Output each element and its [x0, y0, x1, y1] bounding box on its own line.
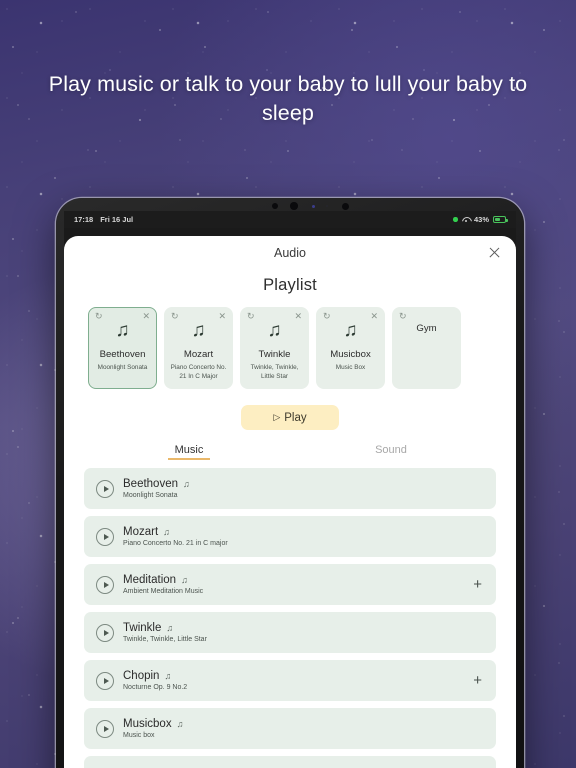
- track-title: Chopin: [123, 670, 160, 682]
- audio-tabs: Music Sound: [64, 444, 516, 460]
- music-note-icon: ♫: [267, 320, 282, 341]
- playlist-carousel[interactable]: ↻ ✕ ♫ Beethoven Moonlight Sonata ↻ ✕ ♫ M…: [64, 295, 516, 389]
- track-row[interactable]: Chopin ♫ Nocturne Op. 9 No.2 +: [84, 660, 496, 701]
- add-track-button[interactable]: +: [471, 673, 484, 688]
- modal-title: Audio: [274, 246, 306, 260]
- loop-icon[interactable]: ↻: [399, 312, 407, 321]
- remove-icon[interactable]: ✕: [218, 312, 226, 321]
- promo-headline: Play music or talk to your baby to lull …: [48, 72, 528, 125]
- tablet-device: 17:18 Fri 16 Jul 43% Audio Playlist ↻ ✕ …: [56, 198, 524, 768]
- loop-icon[interactable]: ↻: [323, 312, 331, 321]
- playlist-card[interactable]: ↻ ✕ ♫ Mozart Piano Concerto No. 21 In C …: [164, 307, 233, 389]
- battery-icon: [493, 216, 508, 223]
- playlist-card[interactable]: ↻ ✕ ♫ Beethoven Moonlight Sonata: [88, 307, 157, 389]
- track-row[interactable]: Meditation ♫ Ambient Meditation Music +: [84, 564, 496, 605]
- track-row-partial[interactable]: [84, 756, 496, 768]
- music-note-icon: ♫: [166, 623, 174, 633]
- modal-header: Audio: [64, 236, 516, 270]
- music-note-icon: ♫: [191, 320, 206, 341]
- device-screen: 17:18 Fri 16 Jul 43% Audio Playlist ↻ ✕ …: [64, 211, 516, 768]
- remove-icon[interactable]: ✕: [142, 312, 150, 321]
- track-title: Meditation: [123, 574, 177, 586]
- front-camera-icon: [290, 202, 298, 210]
- music-note-icon: ♫: [115, 320, 130, 341]
- status-date: Fri 16 Jul: [100, 215, 134, 224]
- track-subtitle: Nocturne Op. 9 No.2: [123, 684, 188, 691]
- playlist-card-subtitle: Moonlight Sonata: [97, 364, 148, 371]
- track-title: Twinkle: [123, 622, 162, 634]
- promo-screenshot: Play music or talk to your baby to lull …: [0, 0, 576, 768]
- playlist-card-title: Musicbox: [330, 349, 371, 360]
- tab-music[interactable]: Music: [88, 444, 290, 460]
- music-note-icon: ♫: [163, 527, 170, 537]
- track-subtitle: Music box: [123, 732, 155, 739]
- track-title: Mozart: [123, 526, 159, 538]
- tab-sound[interactable]: Sound: [290, 444, 492, 460]
- track-title: Musicbox: [123, 718, 172, 730]
- playlist-card-subtitle: Music Box: [335, 364, 366, 371]
- status-bar: 17:18 Fri 16 Jul 43%: [64, 211, 516, 228]
- indicator-light-icon: [311, 204, 315, 208]
- loop-icon[interactable]: ↻: [95, 312, 103, 321]
- music-note-icon: ♫: [343, 320, 358, 341]
- track-row[interactable]: Musicbox ♫ Music box: [84, 708, 496, 749]
- play-triangle-icon: ▷: [273, 412, 281, 422]
- playlist-card[interactable]: ↻ ✕ ♫ Musicbox Music Box: [316, 307, 385, 389]
- playlist-card-subtitle: Piano Concerto No. 21 In C Major: [170, 364, 227, 380]
- status-time: 17:18: [74, 215, 94, 224]
- proximity-sensor-icon: [342, 202, 350, 210]
- play-button-label: Play: [284, 411, 307, 424]
- music-note-icon: ♫: [164, 671, 172, 681]
- play-circle-icon[interactable]: [96, 623, 114, 642]
- loop-icon[interactable]: ↻: [247, 312, 255, 321]
- track-subtitle: Twinkle, Twinkle, Little Star: [123, 636, 207, 643]
- playlist-card-title: Beethoven: [99, 349, 146, 360]
- track-row[interactable]: Beethoven ♫ Moonlight Sonata: [84, 468, 496, 509]
- play-circle-icon[interactable]: [96, 719, 114, 738]
- playlist-card-title: Gym: [416, 323, 437, 334]
- play-circle-icon[interactable]: [96, 527, 114, 546]
- play-circle-icon[interactable]: [96, 671, 114, 690]
- camera-sensor-icon: [272, 203, 279, 209]
- music-note-icon: ♫: [176, 719, 184, 729]
- play-button[interactable]: ▷ Play: [241, 405, 339, 430]
- playlist-card[interactable]: ↻ Gym: [392, 307, 461, 389]
- loop-icon[interactable]: ↻: [171, 312, 179, 321]
- play-circle-icon[interactable]: [96, 479, 114, 498]
- playlist-card-subtitle: Twinkle, Twinkle, Little Star: [250, 364, 299, 380]
- add-track-button[interactable]: +: [471, 577, 484, 592]
- track-subtitle: Piano Concerto No. 21 in C major: [123, 540, 228, 547]
- playlist-card[interactable]: ↻ ✕ ♫ Twinkle Twinkle, Twinkle, Little S…: [240, 307, 309, 389]
- play-button-row: ▷ Play: [64, 405, 516, 430]
- track-row[interactable]: Twinkle ♫ Twinkle, Twinkle, Little Star: [84, 612, 496, 653]
- play-circle-icon[interactable]: [96, 575, 114, 594]
- track-subtitle: Moonlight Sonata: [123, 492, 178, 499]
- close-icon[interactable]: [487, 245, 502, 260]
- recording-dot-icon: [453, 217, 458, 222]
- music-note-icon: ♫: [183, 479, 190, 489]
- music-note-icon: ♫: [181, 575, 188, 585]
- playlist-card-title: Twinkle: [258, 349, 291, 360]
- track-row[interactable]: Mozart ♫ Piano Concerto No. 21 in C majo…: [84, 516, 496, 557]
- audio-modal: Audio Playlist ↻ ✕ ♫ Beethoven Moonlight…: [64, 236, 516, 768]
- battery-percent: 43%: [473, 215, 489, 224]
- micro-sensor-icon: [325, 205, 328, 207]
- device-bezel-top: [56, 198, 524, 211]
- remove-icon[interactable]: ✕: [370, 312, 378, 321]
- track-list: Beethoven ♫ Moonlight Sonata Mozart ♫ Pi…: [64, 460, 516, 768]
- playlist-card-title: Mozart: [183, 349, 214, 360]
- wifi-icon: [462, 216, 470, 223]
- remove-icon[interactable]: ✕: [294, 312, 302, 321]
- track-title: Beethoven: [123, 478, 178, 490]
- playlist-heading: Playlist: [263, 276, 317, 294]
- track-subtitle: Ambient Meditation Music: [123, 588, 204, 595]
